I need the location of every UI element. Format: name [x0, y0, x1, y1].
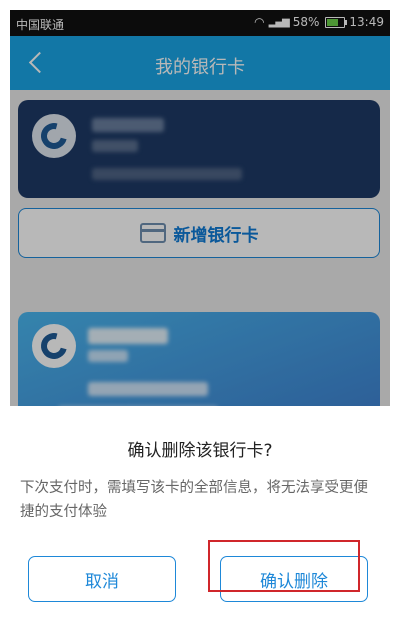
phone-screen: 中国联通 ◠ ▂▄▆ 58% 13:49 我的银行卡 新增银行卡 确认删除该银行… [10, 10, 390, 619]
dialog-title: 确认删除该银行卡? [127, 441, 273, 461]
highlight-box [208, 540, 360, 592]
cancel-button[interactable]: 取消 [28, 556, 176, 602]
dialog-message: 下次支付时，需填写该卡的全部信息，将无法享受更便捷的支付体验 [20, 480, 368, 520]
screenshot-frame: 中国联通 ◠ ▂▄▆ 58% 13:49 我的银行卡 新增银行卡 确认删除该银行… [0, 0, 400, 619]
